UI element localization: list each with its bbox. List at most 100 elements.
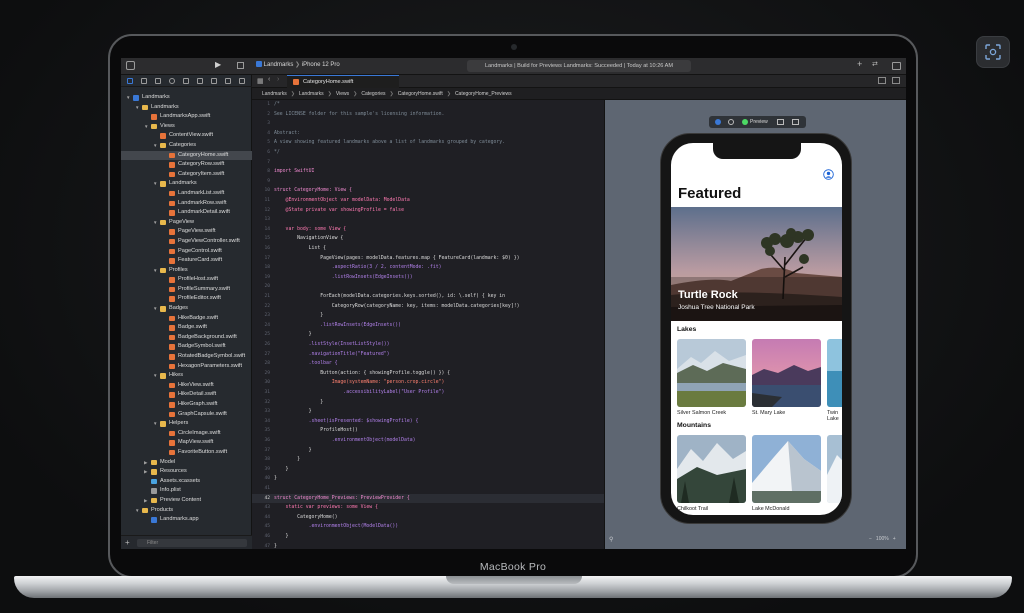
navigator-item-landmarks[interactable]: ▼ Landmarks bbox=[121, 179, 252, 189]
breadcrumb-item[interactable]: CategoryHome.swift bbox=[398, 91, 443, 97]
toggle-navigator-icon[interactable] bbox=[126, 61, 135, 70]
code-line[interactable]: @State private var showingProfile = fals… bbox=[274, 206, 404, 216]
navigator-item-pageview[interactable]: ▼ PageView bbox=[121, 218, 252, 228]
navigator-item-favoritebutton-swift[interactable]: FavoriteButton.swift bbox=[121, 448, 252, 458]
code-line[interactable]: } bbox=[274, 542, 277, 549]
navigator-item-categories[interactable]: ▼ Categories bbox=[121, 141, 252, 151]
disclosure-open-icon[interactable]: ▼ bbox=[153, 266, 159, 276]
symbol-navigator-icon[interactable] bbox=[155, 78, 161, 84]
issue-navigator-icon[interactable] bbox=[183, 78, 189, 84]
code-line[interactable]: .navigationTitle("Featured") bbox=[274, 350, 390, 360]
screen-capture-icon[interactable] bbox=[976, 36, 1010, 68]
navigator-item-badges[interactable]: ▼ Badges bbox=[121, 304, 252, 314]
navigator-item-graphcapsule-swift[interactable]: GraphCapsule.swift bbox=[121, 410, 252, 420]
tab-category-home[interactable]: CategoryHome.swift bbox=[287, 75, 399, 88]
disclosure-open-icon[interactable]: ▼ bbox=[144, 122, 150, 132]
navigator-item-categoryitem-swift[interactable]: CategoryItem.swift bbox=[121, 170, 252, 180]
disclosure-open-icon[interactable]: ▼ bbox=[153, 419, 159, 429]
iphone-screen[interactable]: Featured Turtle Rock Joshua Tree Nationa… bbox=[671, 143, 842, 515]
navigator-item-landmarks[interactable]: ▼ Landmarks bbox=[121, 103, 252, 113]
pin-preview-icon[interactable]: ⚲ bbox=[609, 536, 613, 543]
code-line[interactable]: .listRowInsets(EdgeInsets()) bbox=[274, 321, 401, 331]
navigator-item-landmarkdetail-swift[interactable]: LandmarkDetail.swift bbox=[121, 208, 252, 218]
navigator-item-landmarks-app[interactable]: Landmarks.app bbox=[121, 515, 252, 525]
navigator-item-badgebackground-swift[interactable]: BadgeBackground.swift bbox=[121, 333, 252, 343]
code-line[interactable]: } bbox=[274, 446, 312, 456]
code-line[interactable]: } bbox=[274, 407, 312, 417]
navigator-item-categoryrow-swift[interactable]: CategoryRow.swift bbox=[121, 160, 252, 170]
navigator-item-resources[interactable]: ▶ Resources bbox=[121, 467, 252, 477]
device-settings-icon[interactable] bbox=[777, 119, 784, 125]
source-control-icon[interactable] bbox=[141, 78, 147, 84]
category-item-partial[interactable] bbox=[827, 435, 842, 503]
back-icon[interactable]: ‹ bbox=[268, 76, 270, 83]
code-line[interactable]: .environmentObject(modelData) bbox=[274, 436, 416, 446]
code-line[interactable]: /* bbox=[274, 100, 280, 110]
navigator-item-pageview-swift[interactable]: PageView.swift bbox=[121, 227, 252, 237]
code-line[interactable]: Image(systemName: "person.crop.circle") bbox=[274, 378, 445, 388]
code-line[interactable]: } bbox=[274, 398, 323, 408]
navigator-item-featurecard-swift[interactable]: FeatureCard.swift bbox=[121, 256, 252, 266]
category-item-silver-salmon-creek[interactable] bbox=[677, 339, 746, 407]
code-line[interactable]: @EnvironmentObject var modelData: ModelD… bbox=[274, 196, 410, 206]
code-line[interactable]: Abstract: bbox=[274, 129, 300, 139]
code-line[interactable]: .environmentObject(ModelData()) bbox=[274, 522, 399, 532]
navigator-item-badge-swift[interactable]: Badge.swift bbox=[121, 323, 252, 333]
disclosure-open-icon[interactable]: ▼ bbox=[135, 103, 141, 113]
disclosure-closed-icon[interactable]: ▶ bbox=[144, 458, 150, 468]
navigator-item-landmarkrow-swift[interactable]: LandmarkRow.swift bbox=[121, 199, 252, 209]
disclosure-open-icon[interactable]: ▼ bbox=[153, 141, 159, 151]
breadcrumb-item[interactable]: CategoryHome_Previews bbox=[455, 91, 512, 97]
navigator-item-views[interactable]: ▼ Views bbox=[121, 122, 252, 132]
add-editor-icon[interactable] bbox=[892, 77, 900, 84]
code-line[interactable]: .listRowInsets(EdgeInsets()) bbox=[274, 273, 413, 283]
code-line[interactable]: .aspectRatio(3 / 2, contentMode: .fit) bbox=[274, 263, 442, 273]
add-library-icon[interactable]: + bbox=[857, 59, 862, 69]
add-file-icon[interactable]: + bbox=[125, 538, 130, 547]
navigator-item-profiles[interactable]: ▼ Profiles bbox=[121, 266, 252, 276]
code-line[interactable]: CategoryRow(categoryName: key, items: mo… bbox=[274, 302, 520, 312]
disclosure-open-icon[interactable]: ▼ bbox=[153, 218, 159, 228]
code-line[interactable]: struct CategoryHome: View { bbox=[274, 186, 352, 196]
code-line[interactable]: .listStyle(InsetListStyle()) bbox=[274, 340, 390, 350]
related-items-icon[interactable]: ▦ bbox=[257, 77, 264, 85]
duplicate-preview-icon[interactable] bbox=[792, 119, 799, 125]
navigator-item-hikeview-swift[interactable]: HikeView.swift bbox=[121, 381, 252, 391]
category-item-st-mary-lake[interactable] bbox=[752, 339, 821, 407]
code-area[interactable]: /* See LICENSE folder for this sample's l… bbox=[274, 100, 604, 549]
find-navigator-icon[interactable] bbox=[169, 78, 175, 84]
disclosure-closed-icon[interactable]: ▶ bbox=[144, 467, 150, 477]
navigator-item-rotatedbadgesymbol-swift[interactable]: RotatedBadgeSymbol.swift bbox=[121, 352, 252, 362]
navigator-item-mapview-swift[interactable]: MapView.swift bbox=[121, 438, 252, 448]
report-navigator-icon[interactable] bbox=[239, 78, 245, 84]
stop-icon[interactable] bbox=[237, 62, 244, 69]
adjust-editor-icon[interactable] bbox=[878, 77, 886, 84]
code-line[interactable]: PageView(pages: modelData.features.map {… bbox=[274, 254, 519, 264]
code-line[interactable]: .accessibilityLabel("User Profile") bbox=[274, 388, 444, 398]
code-line[interactable]: } bbox=[274, 455, 300, 465]
navigator-item-hikedetail-swift[interactable]: HikeDetail.swift bbox=[121, 390, 252, 400]
category-item-chilkoot-trail[interactable] bbox=[677, 435, 746, 503]
disclosure-open-icon[interactable]: ▼ bbox=[135, 506, 141, 516]
navigator-item-pageviewcontroller-swift[interactable]: PageViewController.swift bbox=[121, 237, 252, 247]
breadcrumb-item[interactable]: Categories bbox=[361, 91, 385, 97]
disclosure-closed-icon[interactable]: ▶ bbox=[144, 496, 150, 506]
navigator-item-assets-xcassets[interactable]: Assets.xcassets bbox=[121, 477, 252, 487]
code-line[interactable]: } bbox=[274, 465, 289, 475]
navigator-item-landmarklist-swift[interactable]: LandmarkList.swift bbox=[121, 189, 252, 199]
category-item-lake-mcdonald[interactable] bbox=[752, 435, 821, 503]
navigator-item-categoryhome-swift[interactable]: CategoryHome.swift bbox=[121, 150, 252, 161]
navigator-item-landmarksapp-swift[interactable]: LandmarksApp.swift bbox=[121, 112, 252, 122]
navigator-item-profilehost-swift[interactable]: ProfileHost.swift bbox=[121, 275, 252, 285]
code-line[interactable]: .sheet(isPresented: $showingProfile) { bbox=[274, 417, 419, 427]
navigator-item-profilesummary-swift[interactable]: ProfileSummary.swift bbox=[121, 285, 252, 295]
navigator-item-hikebadge-swift[interactable]: HikeBadge.swift bbox=[121, 314, 252, 324]
code-line[interactable]: See LICENSE folder for this sample's lic… bbox=[274, 110, 444, 120]
scheme-selector[interactable]: Landmarks ❯ iPhone 12 Pro bbox=[256, 61, 340, 68]
navigator-item-pagecontrol-swift[interactable]: PageControl.swift bbox=[121, 247, 252, 257]
live-preview-icon[interactable] bbox=[715, 119, 721, 125]
navigator-item-model[interactable]: ▶ Model bbox=[121, 458, 252, 468]
run-icon[interactable]: ▶ bbox=[215, 60, 221, 69]
code-line[interactable]: } bbox=[274, 474, 277, 484]
breakpoint-navigator-icon[interactable] bbox=[225, 78, 231, 84]
